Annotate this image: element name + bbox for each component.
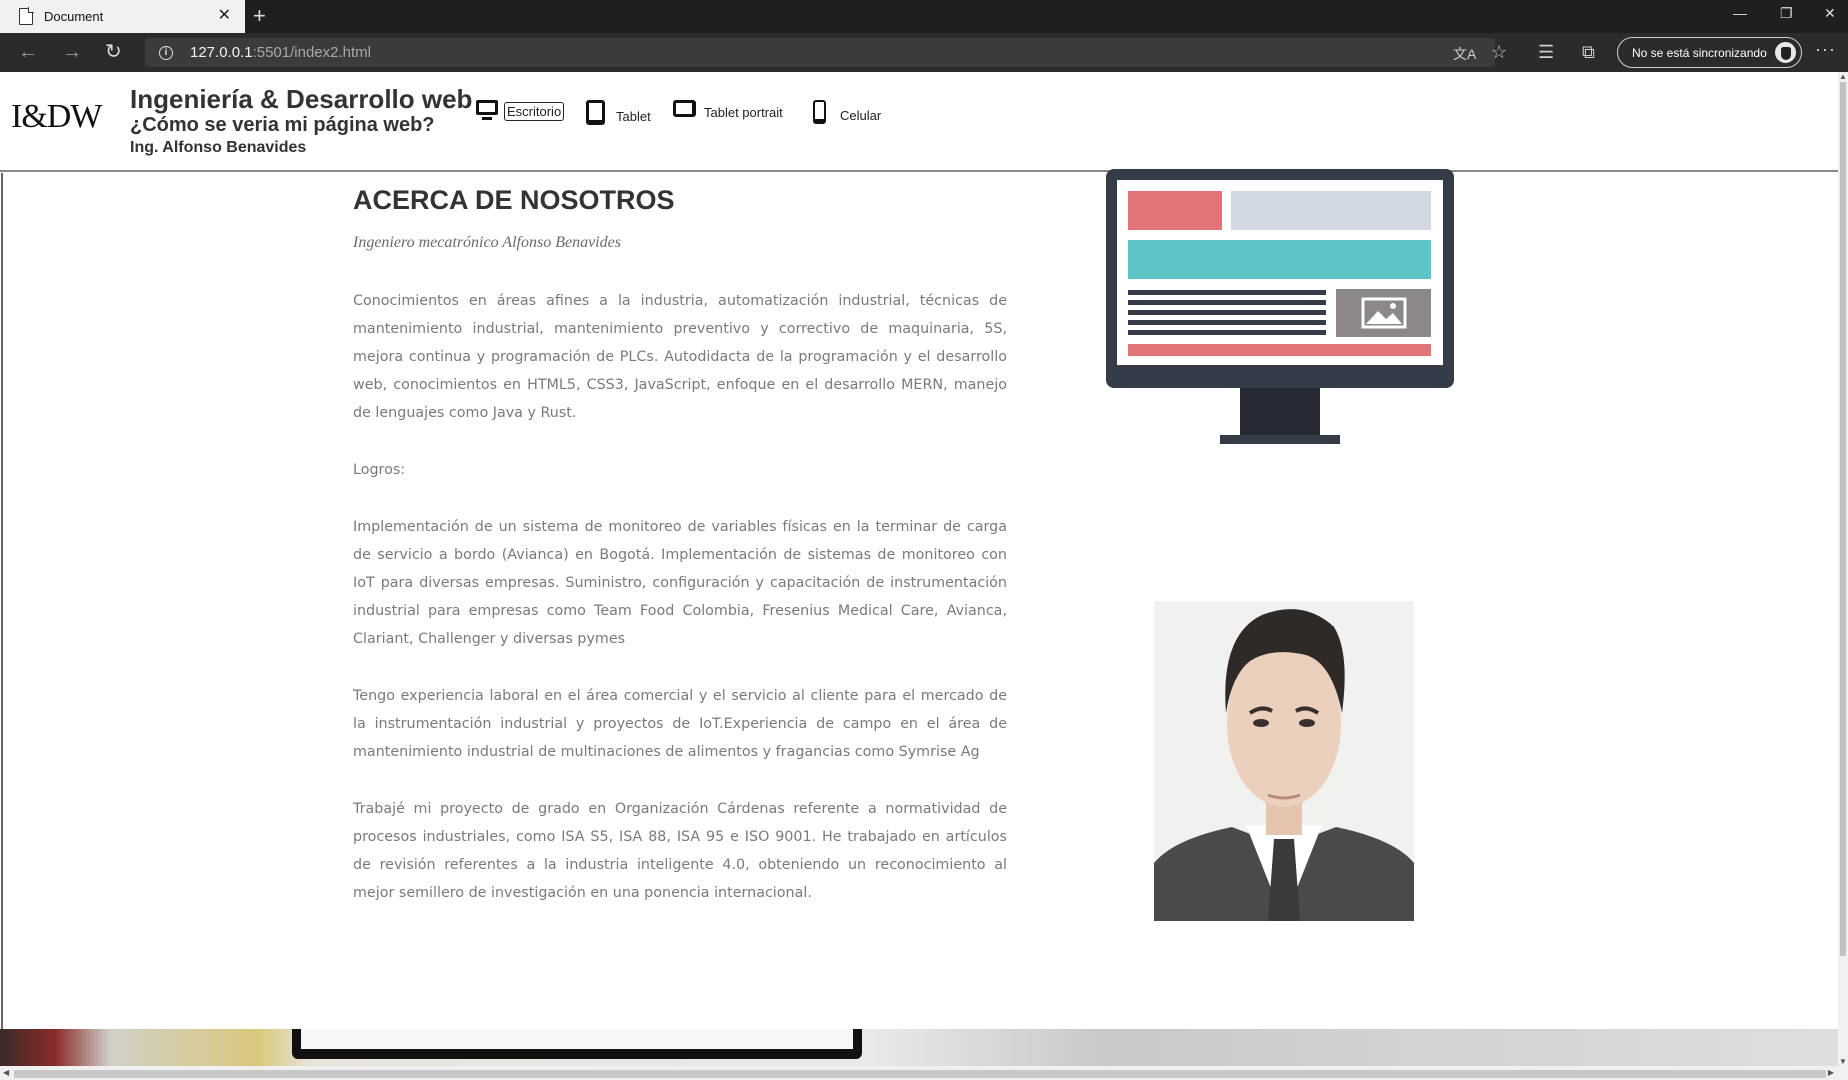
monitor-stand [1220, 435, 1340, 444]
site-logo: I&DW [11, 98, 102, 135]
scroll-down-icon[interactable]: ▼ [1839, 1057, 1847, 1066]
refresh-icon[interactable]: ↻ [105, 41, 122, 63]
tab-title: Document [44, 9, 104, 24]
device-label[interactable]: Escritorio [504, 102, 565, 121]
device-phone-button[interactable]: Celular [813, 100, 883, 124]
profile-avatar [1773, 40, 1798, 65]
device-tablet-portrait-button[interactable]: Tablet portrait [673, 100, 785, 121]
back-icon[interactable]: ← [18, 41, 38, 63]
monitor-block-red-bottom [1128, 344, 1431, 356]
favorites-icon[interactable]: ☰ [1538, 41, 1554, 63]
browser-tab[interactable]: Document ✕ [0, 0, 245, 33]
browser-toolbar: ← → ↻ i 127.0.0.1:5501/index2.html 文A ☆ … [0, 33, 1848, 72]
monitor-image-block [1336, 289, 1431, 337]
scroll-left-icon[interactable]: ◀ [3, 1068, 9, 1077]
star-icon[interactable]: ☆ [1491, 41, 1507, 63]
sun-shape [1390, 303, 1396, 309]
sync-label: No se está sincronizando [1632, 45, 1767, 60]
url-text[interactable]: 127.0.0.1:5501/index2.html [190, 44, 371, 61]
monitor-illustration [1106, 169, 1454, 444]
desktop-icon [476, 100, 498, 120]
about-paragraph: Trabajé mi proyecto de grado en Organiza… [353, 801, 1007, 901]
forward-icon[interactable]: → [62, 41, 82, 63]
browser-tabstrip: Document ✕ + — ❐ ✕ [0, 0, 1848, 33]
horizontal-scrollbar[interactable]: ◀ ▶ [0, 1066, 1848, 1080]
site-title: Ingeniería & Desarrollo web [130, 84, 473, 114]
scroll-up-icon[interactable]: ▲ [1839, 72, 1847, 81]
address-bar[interactable]: i 127.0.0.1:5501/index2.html [145, 38, 1495, 67]
device-desktop-button[interactable]: Escritorio [476, 100, 565, 121]
collections-icon[interactable]: ⧉ [1582, 41, 1595, 63]
about-subtitle: Ingeniero mecatrónico Alfonso Benavides [353, 234, 621, 251]
device-tablet-button[interactable]: Tablet [586, 100, 653, 125]
profile-sync-button[interactable]: No se está sincronizando [1617, 37, 1802, 68]
scrollbar-thumb[interactable] [1840, 82, 1846, 956]
laptop-shape [292, 1029, 862, 1059]
restore-button[interactable]: ❐ [1780, 4, 1793, 22]
monitor-text-line [1128, 320, 1326, 325]
device-label[interactable]: Tablet portrait [702, 104, 785, 121]
about-paragraph: Tengo experiencia laboral en el área com… [353, 688, 1007, 760]
profile-photo [1154, 601, 1414, 921]
monitor-block-gray [1231, 191, 1431, 230]
site-author: Ing. Alfonso Benavides [130, 139, 307, 156]
document-icon [19, 7, 34, 25]
monitor-block-teal [1128, 240, 1431, 279]
about-section: ACERCA DE NOSOTROS Ingeniero mecatrónico… [353, 185, 1007, 907]
scrollbar-thumb[interactable] [14, 1070, 1826, 1078]
site-subtitle: ¿Cómo se veria mi página web? [130, 114, 435, 136]
monitor-neck [1240, 388, 1320, 435]
web-page: I&DW Ingeniería & Desarrollo web ¿Cómo s… [0, 72, 1838, 1066]
logros-heading: Logros: [353, 462, 406, 478]
monitor-text-line [1128, 290, 1326, 295]
preview-frame[interactable]: ACERCA DE NOSOTROS Ingeniero mecatrónico… [1, 173, 1838, 1029]
about-title: ACERCA DE NOSOTROS [353, 185, 675, 215]
about-paragraph: Implementación de un sistema de monitore… [353, 519, 1007, 647]
close-window-button[interactable]: ✕ [1824, 4, 1836, 22]
tab-close-icon[interactable]: ✕ [218, 7, 231, 25]
device-label[interactable]: Tablet [614, 108, 653, 125]
minimize-button[interactable]: — [1733, 4, 1747, 22]
monitor-block-red [1128, 191, 1222, 230]
more-icon[interactable]: ··· [1815, 39, 1836, 60]
scroll-right-icon[interactable]: ▶ [1828, 1068, 1834, 1077]
monitor-text-line [1128, 310, 1326, 315]
monitor-text-line [1128, 300, 1326, 305]
background-image-strip [0, 1029, 1838, 1066]
device-label[interactable]: Celular [838, 107, 883, 124]
info-icon[interactable]: i [159, 45, 173, 60]
vertical-scrollbar[interactable]: ▲ ▼ [1838, 72, 1848, 1066]
about-paragraph: Conocimientos en áreas afines a la indus… [353, 293, 1007, 421]
tablet-landscape-icon [673, 100, 696, 117]
translate-icon[interactable]: 文A [1453, 43, 1476, 65]
new-tab-button[interactable]: + [253, 3, 266, 29]
site-header: I&DW Ingeniería & Desarrollo web ¿Cómo s… [0, 72, 1838, 172]
monitor-text-line [1128, 330, 1326, 335]
tablet-icon [586, 100, 605, 125]
phone-icon [813, 100, 826, 124]
